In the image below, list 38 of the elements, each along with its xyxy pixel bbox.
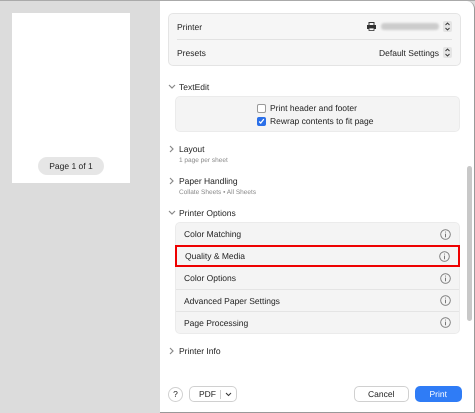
chevron-icon[interactable] (168, 209, 176, 217)
presets-value[interactable]: Default Settings (378, 48, 439, 58)
field-label: Printer (177, 22, 202, 32)
info-icon[interactable] (440, 317, 451, 328)
section-title: Printer Options (179, 208, 236, 218)
chevron-icon[interactable] (168, 83, 176, 91)
print-button[interactable]: Print (414, 386, 462, 402)
option-row[interactable]: Color Options (176, 267, 459, 289)
section-title: Layout (179, 144, 205, 154)
chevron-icon[interactable] (168, 347, 176, 355)
checkbox-label: Rewrap contents to fit page (270, 116, 374, 126)
info-icon[interactable] (439, 250, 450, 262)
info-icon[interactable] (440, 272, 451, 284)
page-counter: Page 1 of 1 (38, 157, 104, 175)
option-row[interactable]: Color Matching (176, 223, 459, 245)
chevron-icon[interactable] (168, 177, 176, 185)
option-row[interactable]: Advanced Paper Settings (176, 289, 459, 311)
chevron-down-icon[interactable] (225, 392, 232, 396)
cancel-button[interactable]: Cancel (354, 386, 409, 402)
blurred-printer-name (381, 23, 439, 30)
help-button[interactable]: ? (168, 386, 183, 402)
section-title: Printer Info (179, 346, 221, 356)
section-title: TextEdit (179, 82, 210, 92)
checkbox[interactable] (257, 104, 266, 112)
pdf-button[interactable]: PDF (189, 386, 237, 402)
option-row[interactable]: Quality & Media (175, 245, 460, 267)
printer-icon (366, 22, 377, 31)
field-label: Presets (177, 48, 206, 58)
stepper-icon[interactable] (443, 47, 452, 58)
checkbox[interactable] (257, 116, 266, 126)
scrollbar[interactable] (467, 166, 472, 321)
info-icon[interactable] (440, 295, 451, 306)
section-title: Paper Handling (179, 176, 238, 186)
info-icon[interactable] (440, 228, 451, 240)
checkbox-label: Print header and footer (270, 103, 357, 113)
option-row[interactable]: Page Processing (176, 311, 459, 333)
chevron-icon[interactable] (168, 145, 176, 153)
stepper-icon[interactable] (443, 21, 452, 32)
